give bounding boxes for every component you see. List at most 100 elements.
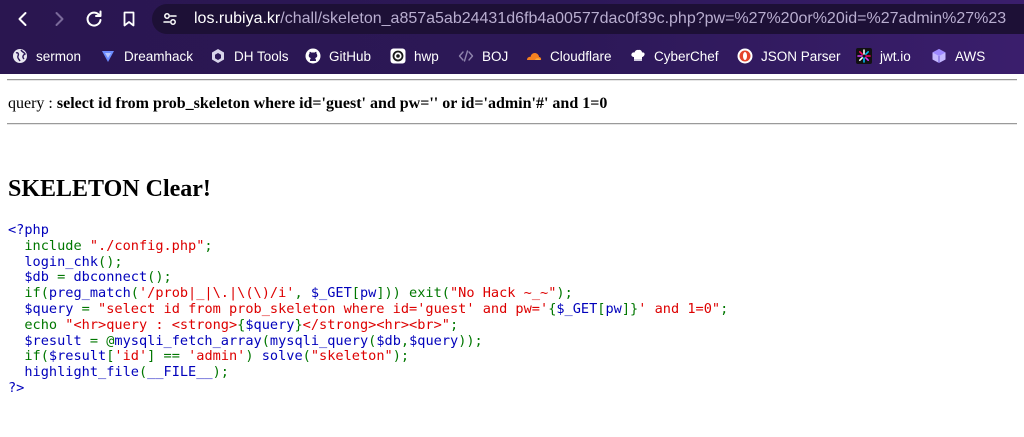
bookmark-label: GitHub	[329, 48, 372, 64]
code-token: ,	[400, 332, 410, 349]
code-token: $_GET	[556, 300, 598, 317]
json-parser-icon	[737, 48, 753, 64]
code-line: $query = "select id from prob_skeleton w…	[8, 300, 729, 318]
code-token: ));	[458, 332, 483, 349]
bookmark-dreamhack[interactable]: Dreamhack	[100, 46, 193, 66]
address-bar[interactable]: los.rubiya.kr/chall/skeleton_a857a5ab244…	[152, 4, 1024, 34]
code-token: 'admin'	[188, 348, 246, 365]
bookmark-label: Dreamhack	[124, 48, 194, 64]
code-line: if($result['id'] == 'admin') solve("skel…	[8, 348, 728, 365]
jwt-icon	[856, 48, 872, 64]
clear-heading: SKELETON Clear!	[8, 176, 211, 202]
code-token: $result	[8, 332, 90, 349]
bookmark-github[interactable]: GitHub	[305, 46, 371, 66]
site-settings-icon[interactable]	[162, 11, 178, 27]
bookmark-icon	[123, 11, 135, 27]
bookmark-label: CyberChef	[654, 48, 719, 64]
navigation-bar: los.rubiya.kr/chall/skeleton_a857a5ab244…	[0, 0, 1024, 40]
code-token: ?>	[8, 379, 25, 396]
aws-icon	[931, 48, 947, 64]
code-token: );	[212, 364, 229, 381]
code-token: "<hr>query : <strong>	[65, 316, 238, 333]
code-token: ;	[720, 300, 729, 317]
code-token: ]}	[621, 300, 639, 317]
bookmarks-bar: sermon Dreamhack DH Tools GitHub hwp BOJ…	[0, 42, 1024, 70]
dh-tools-icon	[210, 48, 226, 64]
bookmark-hwp[interactable]: hwp	[390, 46, 439, 66]
code-token: __FILE__	[147, 364, 213, 381]
bookmark-label: Cloudflare	[550, 48, 612, 64]
bookmark-dh-tools[interactable]: DH Tools	[210, 46, 289, 66]
code-token: $db	[8, 269, 58, 286]
source-code-block: <?php include "./config.php"; login_chk(…	[8, 222, 729, 397]
code-token: ;	[204, 237, 213, 254]
code-token: <?php	[8, 222, 49, 238]
reload-icon	[86, 10, 102, 27]
code-token: include	[8, 237, 90, 254]
code-token: login_chk	[8, 253, 99, 270]
code-token: pw	[359, 285, 377, 302]
code-token: );	[556, 285, 573, 302]
code-token: $query	[409, 332, 459, 349]
back-button[interactable]	[10, 6, 36, 32]
code-token: ] ==	[147, 348, 189, 365]
bookmark-cyberchef[interactable]: CyberChef	[630, 46, 719, 66]
code-token: (	[302, 348, 311, 365]
dreamhack-icon	[100, 48, 116, 64]
code-line: if(preg_match('/prob|_|\.|\(\)/i', $_GET…	[8, 285, 728, 302]
code-token: solve	[261, 348, 303, 365]
code-token: )	[245, 348, 262, 365]
code-token: =	[81, 300, 99, 317]
code-line: echo "<hr>query : <strong>{$query}</stro…	[8, 316, 728, 334]
code-token: ])) exit(	[376, 285, 450, 302]
bookmark-sermon[interactable]: sermon	[12, 46, 81, 66]
bookmark-label: JSON Parser	[761, 48, 841, 64]
code-token: ();	[147, 269, 172, 286]
code-token: 'id'	[114, 348, 148, 365]
forward-button[interactable]	[46, 6, 72, 32]
url-text[interactable]: los.rubiya.kr/chall/skeleton_a857a5ab244…	[194, 9, 1006, 29]
bookmark-boj[interactable]: BOJ	[458, 46, 508, 66]
bookmark-json-parser[interactable]: JSON Parser	[737, 46, 841, 66]
code-token: =	[57, 269, 74, 286]
code-token: ();	[98, 253, 123, 270]
cloudflare-icon	[526, 48, 542, 64]
code-token: $query	[8, 300, 82, 317]
code-token: mysqli_fetch_array	[114, 332, 262, 349]
code-token: $result	[48, 348, 107, 365]
bookmark-label: jwt.io	[880, 48, 911, 64]
code-token: [	[351, 285, 360, 302]
back-arrow-icon	[18, 12, 27, 26]
code-line: login_chk();	[8, 253, 728, 271]
code-token: $db	[376, 332, 401, 349]
bookmark-page-button[interactable]	[116, 6, 142, 32]
code-token: );	[392, 348, 410, 365]
code-token: ' and 1=0"	[638, 300, 721, 317]
code-token: highlight_file	[8, 364, 139, 381]
code-token: "select id from prob_skeleton where id='…	[98, 300, 549, 317]
bookmark-label: sermon	[36, 48, 82, 64]
bookmark-jwt[interactable]: jwt.io	[856, 46, 911, 66]
code-token: (	[130, 285, 139, 302]
code-token: dbconnect	[73, 269, 148, 286]
bookmark-cloudflare[interactable]: Cloudflare	[526, 46, 612, 66]
cyberchef-icon	[630, 48, 646, 64]
code-line: $db = dbconnect();	[8, 269, 728, 286]
code-token: (	[138, 364, 148, 381]
url-domain: los.rubiya.kr	[194, 10, 281, 27]
code-token: </strong><hr><br>"	[302, 316, 450, 333]
bookmark-label: hwp	[414, 48, 439, 64]
reload-button[interactable]	[81, 6, 107, 32]
browser-toolbar: los.rubiya.kr/chall/skeleton_a857a5ab244…	[0, 0, 1024, 74]
code-token: $query	[245, 316, 295, 333]
query-label: query :	[8, 95, 57, 112]
bookmark-label: DH Tools	[234, 48, 289, 64]
code-token: echo	[8, 316, 66, 333]
bookmark-aws[interactable]: AWS	[931, 46, 985, 66]
code-token: "No Hack ~_~"	[449, 285, 557, 302]
code-token: ;	[449, 316, 459, 333]
globe-icon	[12, 48, 28, 64]
code-token: preg_match	[48, 285, 131, 302]
hwp-icon	[390, 48, 406, 64]
bookmark-label: BOJ	[482, 48, 509, 64]
